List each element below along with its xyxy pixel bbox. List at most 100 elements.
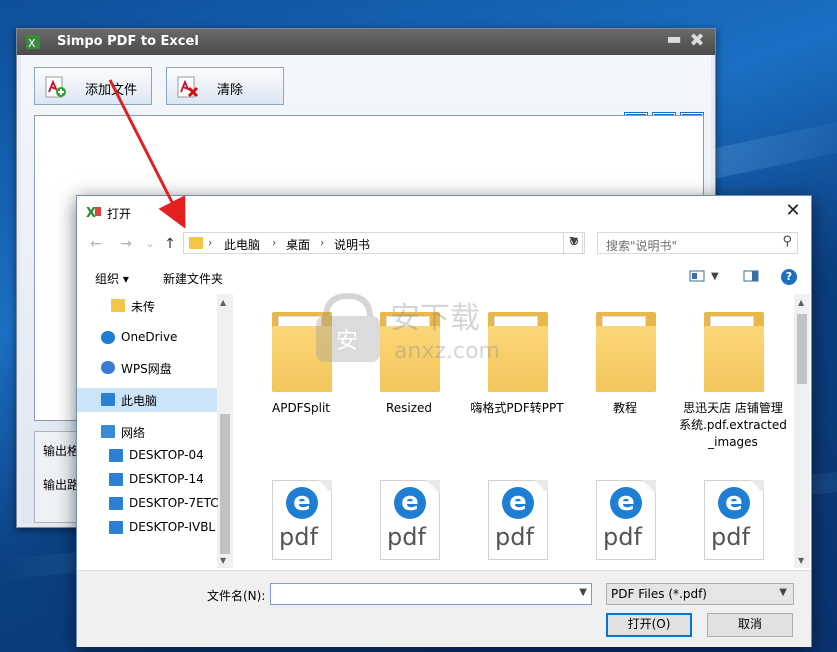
pdf-file-icon: e pdf xyxy=(266,476,336,566)
clear-button[interactable]: 清除 xyxy=(166,67,284,105)
file-view-scrollbar[interactable]: ▲ ▼ xyxy=(794,294,810,568)
chevron-down-icon: ▼ xyxy=(779,587,787,598)
refresh-icon[interactable]: ↻ xyxy=(563,232,585,254)
nav-item-label: 此电脑 xyxy=(121,394,158,408)
breadcrumb-item[interactable]: 桌面 xyxy=(286,236,310,253)
pdf-file-item[interactable]: e pdf xyxy=(463,464,571,566)
cloud-outline-icon xyxy=(101,361,115,374)
nav-item-label: 未传 xyxy=(131,300,156,314)
app-icon: X xyxy=(86,206,101,220)
dialog-title: 打开 xyxy=(107,207,132,221)
dialog-bottom-bar: 文件名(N): ▼ PDF Files (*.pdf) ▼ 打开(O) 取消 xyxy=(77,570,811,647)
nav-item[interactable]: 未传 xyxy=(77,294,217,318)
folder-item[interactable]: 思迅天店 店铺管理系统.pdf.extracted_images xyxy=(679,294,787,451)
preview-pane-icon[interactable] xyxy=(743,269,759,283)
monitor-icon xyxy=(109,497,123,510)
pdf-file-icon: e pdf xyxy=(590,476,660,566)
svg-text:安下载: 安下载 xyxy=(390,301,480,336)
chevron-down-icon[interactable]: ▼ xyxy=(579,587,587,598)
breadcrumb-separator: › xyxy=(320,236,325,249)
search-input[interactable]: 搜索"说明书" ⚲ xyxy=(597,232,798,254)
organize-menu[interactable]: 组织 ▾ xyxy=(95,270,129,287)
forward-icon[interactable]: → xyxy=(117,235,135,253)
computer-icon xyxy=(101,393,115,406)
folder-icon xyxy=(189,237,203,249)
view-dropdown-icon[interactable]: ▼ xyxy=(711,271,719,282)
breadcrumb-separator: › xyxy=(208,236,213,249)
nav-item[interactable]: 网络 xyxy=(77,420,217,444)
pdf-file-item[interactable]: e pdf xyxy=(571,464,679,566)
address-bar[interactable]: › 此电脑 › 桌面 › 说明书 ▼ xyxy=(183,232,583,254)
pdf-file-icon: e pdf xyxy=(482,476,552,566)
navigation-pane: ▲ ▼ 未传 OneDrive WPS网盘此电脑网络 DESKTOP-04 DESKTO… xyxy=(77,294,233,568)
scroll-down-icon[interactable]: ▼ xyxy=(220,556,226,565)
minimize-button[interactable]: ▬ xyxy=(665,31,683,50)
scroll-up-icon[interactable]: ▲ xyxy=(220,298,226,307)
clear-label: 清除 xyxy=(217,83,244,98)
pdf-file-item[interactable]: e pdf xyxy=(679,464,787,566)
add-file-button[interactable]: 添加文件 xyxy=(34,67,152,105)
nav-item-label: WPS网盘 xyxy=(121,362,172,376)
nav-scrollbar[interactable]: ▲ ▼ xyxy=(217,294,233,568)
scroll-up-icon[interactable]: ▲ xyxy=(798,298,804,307)
filetype-select[interactable]: PDF Files (*.pdf) ▼ xyxy=(606,583,794,605)
filetype-value: PDF Files (*.pdf) xyxy=(611,587,707,601)
svg-text:X: X xyxy=(28,37,36,50)
scroll-down-icon[interactable]: ▼ xyxy=(798,556,804,565)
filename-input[interactable]: ▼ xyxy=(270,583,592,605)
svg-text:安: 安 xyxy=(336,329,358,354)
nav-item[interactable]: DESKTOP-IVBL xyxy=(77,516,217,540)
pdf-delete-icon xyxy=(177,76,199,98)
nav-item-label: DESKTOP-04 xyxy=(129,448,204,462)
up-icon[interactable]: ↑ xyxy=(161,235,179,253)
help-icon[interactable]: ? xyxy=(781,269,797,285)
cloud-icon xyxy=(101,331,115,344)
breadcrumb-separator: › xyxy=(272,236,277,249)
nav-item-label: OneDrive xyxy=(121,330,178,344)
nav-item[interactable]: DESKTOP-14 xyxy=(77,468,217,492)
pdf-file-item[interactable]: e pdf xyxy=(355,464,463,566)
file-name: 思迅天店 店铺管理系统.pdf.extracted_images xyxy=(679,401,787,449)
file-name: 教程 xyxy=(612,401,637,415)
navigation-bar: ← → ⌄ ↑ › 此电脑 › 桌面 › 说明书 ▼ ↻ 搜索"说明书" ⚲ xyxy=(77,230,811,258)
open-button[interactable]: 打开(O) xyxy=(606,613,692,637)
file-name: Resized xyxy=(385,401,433,415)
folder-icon xyxy=(590,306,660,396)
monitor-icon xyxy=(109,521,123,534)
nav-item-label: 网络 xyxy=(121,426,146,440)
close-button[interactable]: ✖ xyxy=(687,32,707,52)
app-icon: X xyxy=(26,35,40,50)
folder-item[interactable]: 教程 xyxy=(571,294,679,417)
file-name: 嗨格式PDF转PPT xyxy=(470,401,564,415)
pdf-add-icon xyxy=(45,76,66,98)
file-view-scroll-thumb[interactable] xyxy=(797,314,807,384)
breadcrumb-item[interactable]: 说明书 xyxy=(334,236,370,253)
search-icon: ⚲ xyxy=(782,234,792,249)
breadcrumb-item[interactable]: 此电脑 xyxy=(224,236,260,253)
nav-item[interactable]: OneDrive xyxy=(77,326,217,350)
folder-icon xyxy=(111,299,125,312)
window-title: Simpo PDF to Excel xyxy=(57,34,199,49)
back-icon[interactable]: ← xyxy=(87,235,105,253)
nav-item[interactable]: WPS网盘 xyxy=(77,356,217,380)
folder-icon xyxy=(698,306,768,396)
nav-item[interactable]: DESKTOP-04 xyxy=(77,444,217,468)
search-placeholder: 搜索"说明书" xyxy=(606,239,678,253)
filename-label: 文件名(N): xyxy=(207,589,266,603)
nav-item[interactable]: 此电脑 xyxy=(77,388,217,412)
view-options-icon[interactable] xyxy=(689,269,705,283)
monitor-icon xyxy=(109,449,123,462)
nav-scroll-thumb[interactable] xyxy=(220,414,230,554)
simpo-titlebar[interactable]: X Simpo PDF to Excel ▬ ✖ xyxy=(17,29,715,55)
dialog-titlebar[interactable]: X 打开 ✕ xyxy=(77,196,811,228)
open-file-dialog: X 打开 ✕ ← → ⌄ ↑ › 此电脑 › 桌面 › 说明书 ▼ ↻ 搜索"说… xyxy=(76,195,812,647)
output-format-label: 输出格 xyxy=(43,444,80,458)
nav-item[interactable]: DESKTOP-7ETC xyxy=(77,492,219,516)
new-folder-button[interactable]: 新建文件夹 xyxy=(163,270,223,287)
nav-item-label: DESKTOP-14 xyxy=(129,472,204,486)
dialog-close-button[interactable]: ✕ xyxy=(781,200,805,224)
watermark-logo: 安 安下载 anxz.com xyxy=(316,292,500,364)
cancel-button[interactable]: 取消 xyxy=(707,613,793,637)
recent-locations-icon[interactable]: ⌄ xyxy=(141,235,159,253)
pdf-file-item[interactable]: e pdf xyxy=(247,464,355,566)
